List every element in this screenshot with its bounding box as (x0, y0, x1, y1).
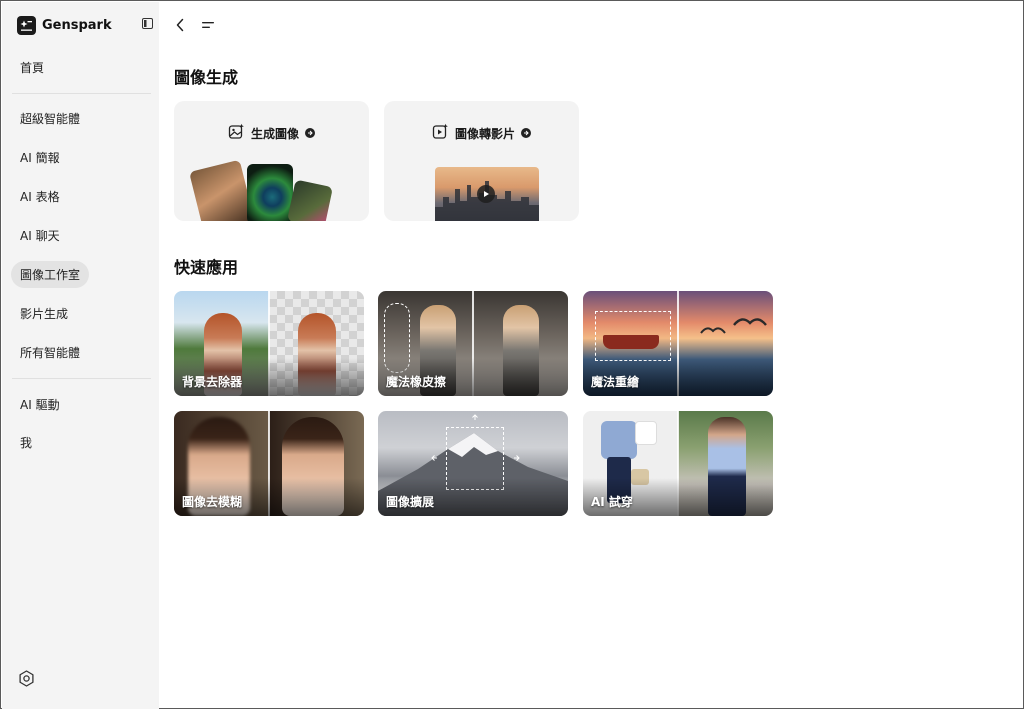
brand-name: Genspark (42, 17, 112, 33)
app-card-background-remover[interactable]: 背景去除器 (174, 291, 364, 396)
section-title-image-generation: 圖像生成 (174, 68, 239, 87)
sidebar-item-super-agent[interactable]: 超級智能體 (11, 105, 89, 132)
app-card-magic-redraw[interactable]: 魔法重繪 (583, 291, 773, 396)
city-video-thumbnail (435, 167, 539, 221)
card-header: 圖像轉影片 (384, 123, 579, 143)
card-label: 生成圖像 (250, 126, 299, 141)
sidebar-item-label: 所有智能體 (20, 346, 81, 360)
sidebar-item-ai-slides[interactable]: AI 簡報 (11, 144, 69, 171)
app-card-label: 圖像去模糊 (182, 495, 243, 509)
sidebar-item-label: AI 表格 (20, 190, 60, 204)
app-card-label: 魔法橡皮擦 (386, 375, 447, 389)
sidebar-item-ai-chat[interactable]: AI 聊天 (11, 222, 69, 249)
sidebar-item-video-generation[interactable]: 影片生成 (11, 300, 77, 327)
sidebar-item-label: 圖像工作室 (20, 268, 81, 282)
sidebar-item-label: 超級智能體 (20, 112, 81, 126)
sidebar-item-label: 影片生成 (20, 307, 69, 321)
postcard-thumbnail (287, 179, 333, 221)
sidebar-item-all-agents[interactable]: 所有智能體 (11, 339, 89, 366)
generate-image-card[interactable]: 生成圖像 (174, 101, 369, 221)
seagulls-illustration (700, 318, 767, 334)
back-icon[interactable] (173, 18, 187, 32)
app-card-label: 圖像擴展 (386, 495, 435, 509)
sidebar-item-image-studio[interactable]: 圖像工作室 (11, 261, 90, 288)
sidebar-item-ai-drive[interactable]: AI 驅動 (11, 391, 69, 418)
app-card-image-deblur[interactable]: 圖像去模糊 (174, 411, 364, 516)
sidebar-item-label: 我 (20, 436, 33, 450)
sidebar-item-label: AI 聊天 (20, 229, 60, 243)
menu-icon[interactable] (201, 18, 215, 32)
sidebar-item-me[interactable]: 我 (11, 429, 41, 456)
app-card-label: AI 試穿 (591, 495, 633, 509)
portrait-thumbnail (189, 159, 255, 221)
sidebar-item-ai-sheets[interactable]: AI 表格 (11, 183, 69, 210)
sidebar-divider (12, 378, 151, 379)
image-to-video-card[interactable]: 圖像轉影片 (384, 101, 579, 221)
card-label: 圖像轉影片 (454, 126, 515, 141)
section-title-quick-apps: 快速應用 (174, 258, 239, 277)
genspark-logo-icon (17, 15, 36, 35)
settings-icon[interactable] (17, 669, 35, 687)
sidebar-item-label: AI 驅動 (20, 398, 60, 412)
video-sparkle-icon (432, 123, 449, 143)
sidebar: Genspark 首頁 超級智能體 AI 簡報 AI 表格 AI 聊天 圖像工作… (2, 2, 159, 709)
play-icon[interactable] (477, 185, 495, 203)
app-card-label: 魔法重繪 (591, 375, 640, 389)
arrow-right-icon (521, 128, 531, 138)
app-card-magic-eraser[interactable]: 魔法橡皮擦 (378, 291, 568, 396)
sidebar-item-label: 首頁 (20, 61, 45, 75)
card-header: 生成圖像 (174, 123, 369, 143)
main-content: 圖像生成 生成圖像 圖像轉影片 快速應用 背景去除器 魔法橡皮擦 魔法重繪 圖像… (159, 2, 1022, 707)
sidebar-item-label: AI 簡報 (20, 151, 60, 165)
arrow-right-icon (305, 128, 315, 138)
sidebar-divider (12, 93, 151, 94)
image-sparkle-icon (228, 123, 245, 143)
sidebar-item-home[interactable]: 首頁 (11, 54, 53, 81)
app-card-image-expand[interactable]: 圖像擴展 (378, 411, 568, 516)
brand[interactable]: Genspark (17, 14, 112, 36)
app-card-ai-try-on[interactable]: AI 試穿 (583, 411, 773, 516)
app-window: Genspark 首頁 超級智能體 AI 簡報 AI 表格 AI 聊天 圖像工作… (0, 0, 1024, 709)
peacock-feather-thumbnail (247, 164, 293, 221)
sidebar-toggle-icon[interactable] (141, 17, 153, 29)
app-card-label: 背景去除器 (182, 375, 243, 389)
